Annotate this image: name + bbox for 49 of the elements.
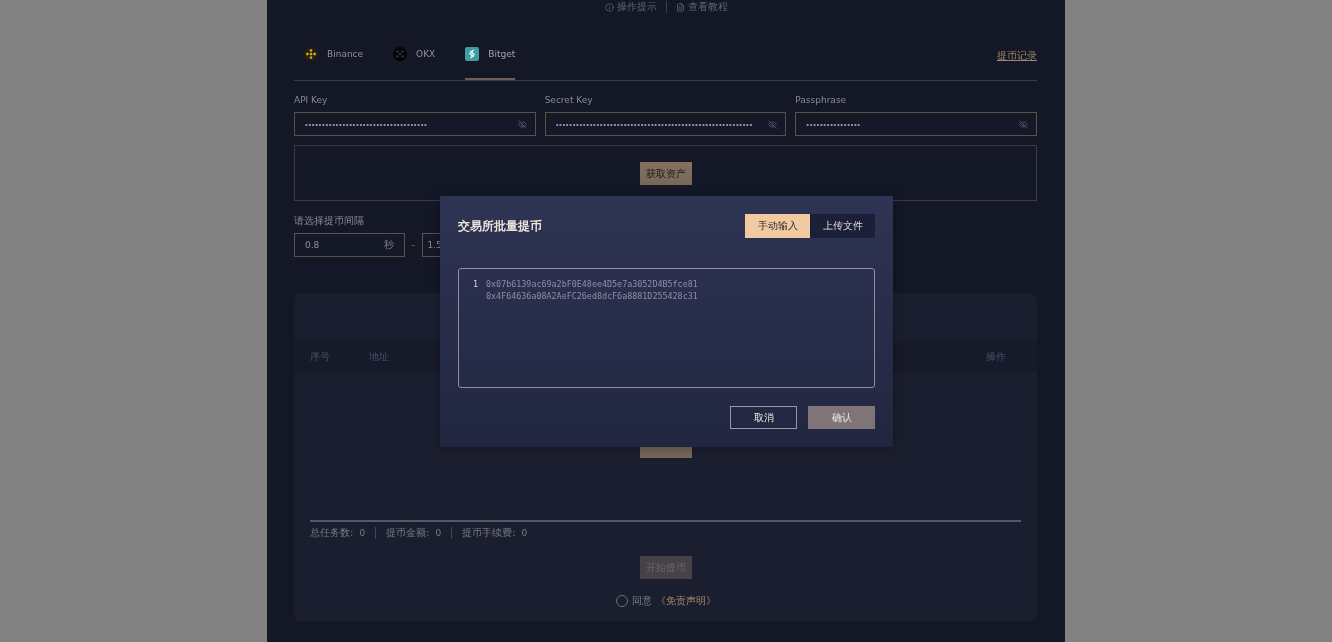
eye-off-icon[interactable] [1019,119,1028,129]
masked-value: •••••••••••••••••••••••••••••••••••••••••••••••••••••••••• [555,119,753,129]
address-line: 0x4F64636a08A2AeFC26ed8dcF6a8881D255428c31 [486,291,698,301]
range-dash: – [411,240,416,250]
eye-off-icon[interactable] [768,119,778,129]
field-label: Secret Key [544,94,593,106]
dialog-title: 交易所批量提币 [458,217,542,235]
diamond-logo-icon [304,47,318,61]
disclaimer-link[interactable]: 《免责声明》 [655,594,716,608]
column-header: 操作 [986,349,1006,364]
confirm-button[interactable]: 确认 [808,406,875,429]
help-link[interactable]: 查看教程 [666,1,737,13]
masked-value: •••••••••••••••••••••••••••••••••••• [305,119,428,129]
fetch-assets-button[interactable]: 获取资产 [639,162,692,185]
field-label: API Key [294,94,328,106]
exchange-tab[interactable]: Binance [304,42,364,80]
secret-input-field[interactable]: •••••••••••••••••••••••••••••••••••••••••••••••••••••••••• [544,112,787,136]
exchange-tab-label: Bitget [488,49,516,59]
min-interval-field[interactable]: 0.8 秒 [294,233,405,257]
interval-label: 请选择提币间隔 [294,215,364,227]
masked-value: •••••••••••••••• [806,119,861,129]
help-link[interactable]: 操作提示 [596,1,666,13]
history-link[interactable]: 提币记录 [997,49,1037,63]
stat-label: 总任务数: [310,527,354,539]
exchange-tab-label: OKX [416,49,436,59]
address-input-field[interactable]: 1 0x07b6139ac69a2bF0E48ee4D5e7a3052D4B5fce81 0x4F64636a08A2AeFC26ed8dcF6a8881D255428c31 [458,268,875,388]
secret-input-field[interactable]: •••••••••••••••••••••••••••••••••••• [294,112,536,136]
field-label: Passphrase [795,94,847,106]
eye-off-icon[interactable] [517,119,527,129]
exchange-tab[interactable]: OKX [393,42,436,80]
stat-value: 0 [435,527,442,539]
exchange-tab-label: Binance [327,49,364,59]
checker-logo-icon [393,47,408,61]
input-mode-tab[interactable]: 手动输入 [745,214,810,238]
secret-input-field[interactable]: •••••••••••••••• [795,112,1037,136]
document-icon [676,2,685,12]
s-logo-icon [465,47,480,61]
field-value: 0.8 [305,240,320,250]
exchange-tab[interactable]: Bitget [465,42,516,80]
stat-value: 0 [521,527,528,539]
stat-value: 0 [359,527,366,539]
cancel-button[interactable]: 取消 [730,406,797,429]
info-icon [605,2,614,12]
unit-label: 秒 [384,238,394,252]
address-line: 0x07b6139ac69a2bF0E48ee4D5e7a3052D4B5fce81 [486,279,698,289]
stat-label: 提币手续费: [462,527,516,539]
agree-text: 同意 [631,594,652,608]
stat-label: 提币金额: [386,527,430,539]
line-number: 1 [473,279,480,289]
